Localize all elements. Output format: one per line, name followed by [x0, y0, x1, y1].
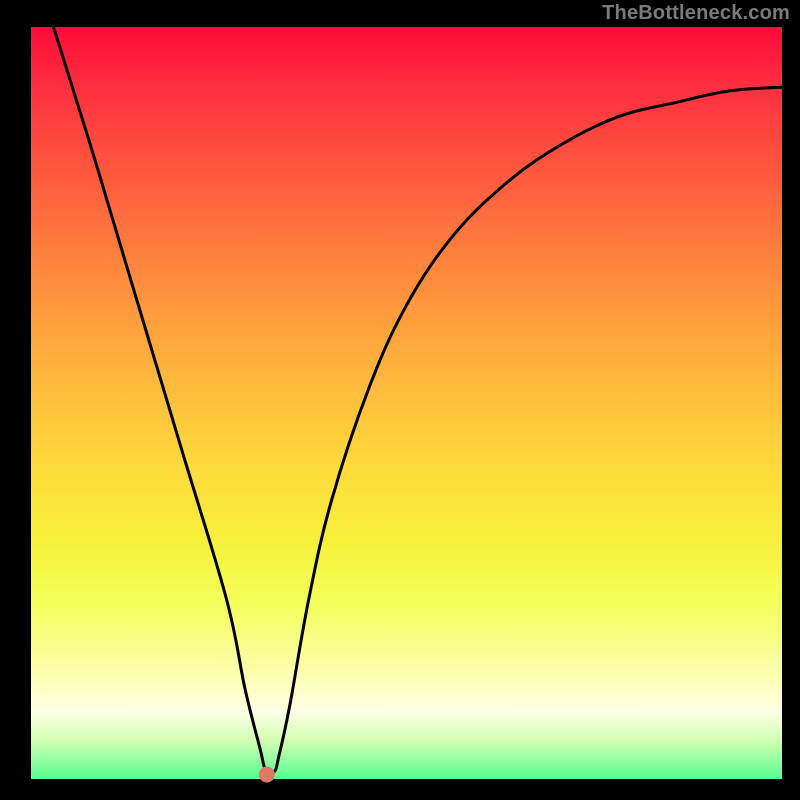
optimal-marker: [259, 767, 275, 783]
attribution-text: TheBottleneck.com: [602, 2, 790, 25]
curve-svg: [0, 0, 800, 800]
chart-frame: TheBottleneck.com: [0, 0, 800, 800]
bottleneck-curve: [54, 27, 783, 774]
